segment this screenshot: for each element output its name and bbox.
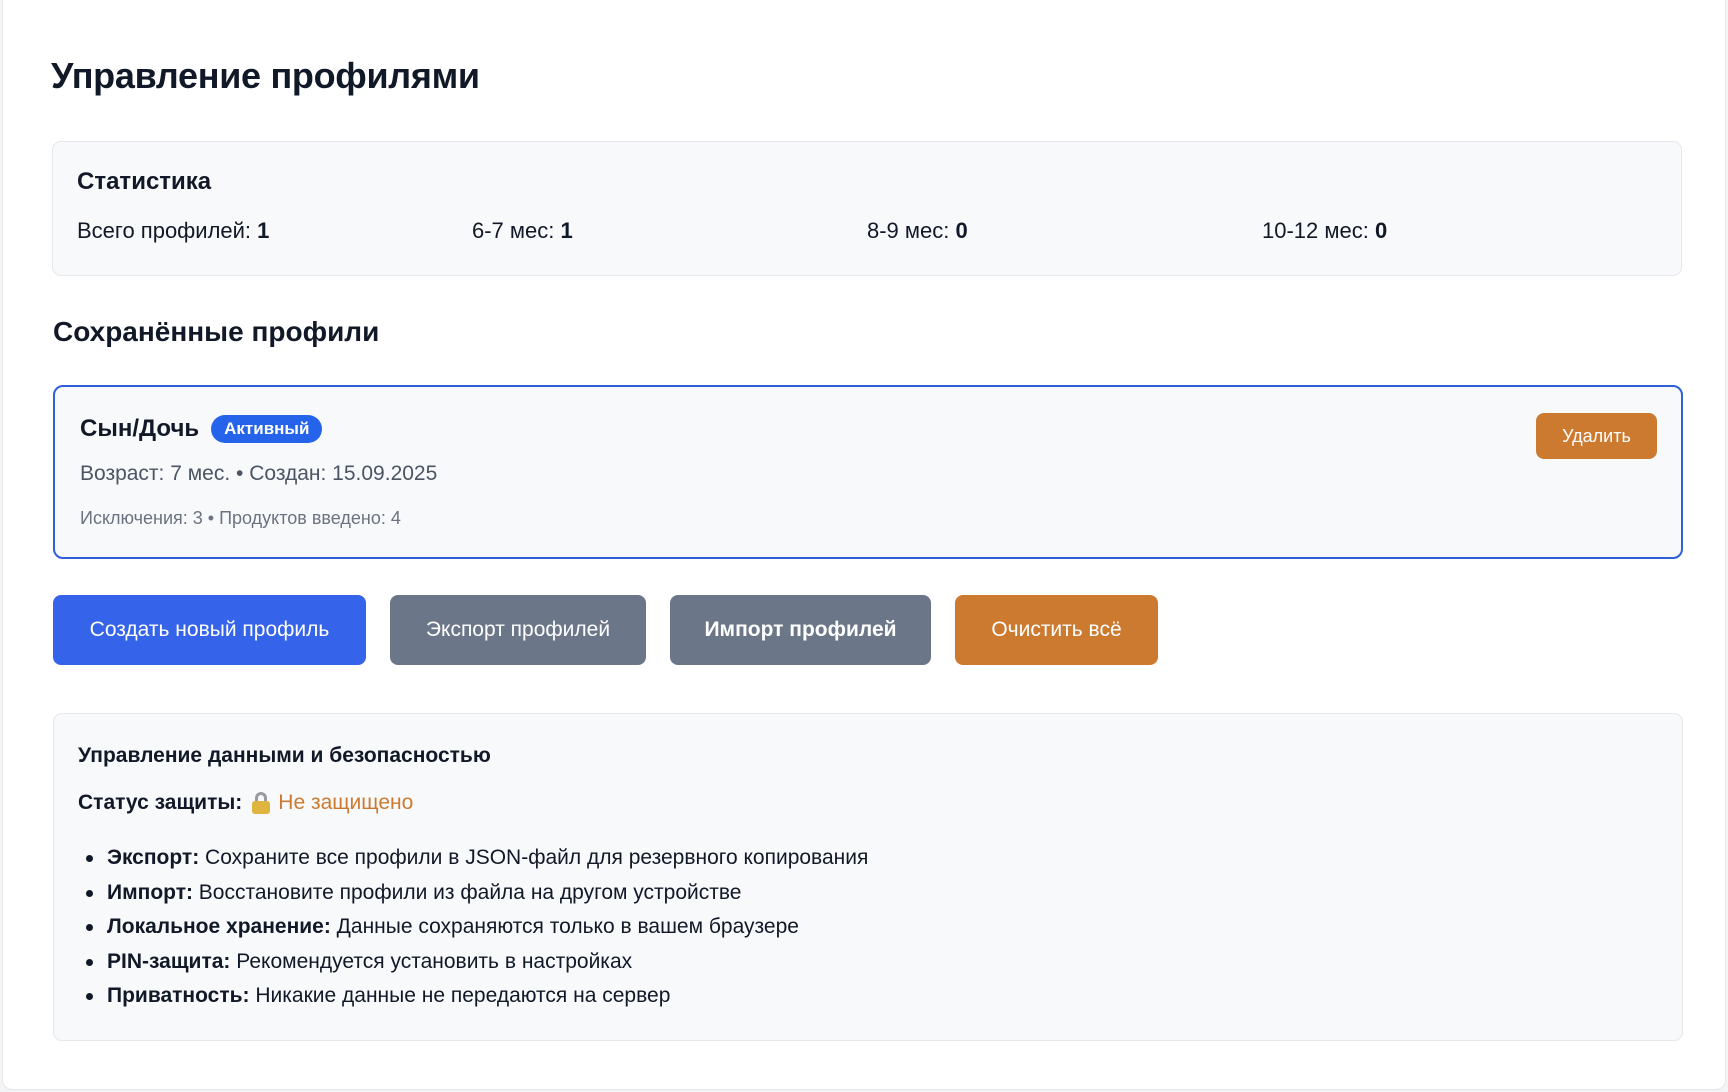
feature-text: Данные сохраняются только в вашем браузе…	[330, 915, 799, 938]
stat-8-9-months: 8-9 мес: 0	[867, 218, 1262, 244]
data-security-panel: Управление данными и безопасностью Стату…	[53, 713, 1683, 1041]
feature-text: Восстановите профили из файла на другом …	[192, 880, 742, 904]
security-title: Управление данными и безопасностью	[78, 744, 491, 767]
list-item: Импорт: Восстановите профили из файла на…	[78, 876, 1658, 911]
clear-all-button[interactable]: Очистить всё	[955, 595, 1158, 665]
profile-header: Сын/Дочь Активный	[80, 415, 323, 443]
lock-icon	[252, 792, 271, 814]
feature-text: Рекомендуется установить в настройках	[230, 949, 633, 973]
import-profiles-button[interactable]: Импорт профилей	[670, 595, 931, 665]
feature-term: Импорт:	[107, 880, 193, 904]
list-item: Экспорт: Сохраните все профили в JSON-фа…	[78, 841, 1658, 876]
profile-stats: Исключения: 3 • Продуктов введено: 4	[80, 508, 401, 528]
stat-6-7-months: 6-7 мес: 1	[472, 218, 867, 244]
profiles-page: Управление профилями Статистика Всего пр…	[2, 0, 1726, 1090]
list-item: Приватность: Никакие данные не передаютс…	[78, 979, 1658, 1014]
stat-10-12-months: 10-12 мес: 0	[1262, 218, 1657, 244]
list-item: PIN-защита: Рекомендуется установить в н…	[78, 945, 1658, 980]
statistics-row: Всего профилей: 1 6-7 мес: 1 8-9 мес: 0 …	[77, 218, 1657, 244]
status-label: Статус защиты:	[78, 791, 243, 814]
feature-term: Локальное хранение:	[107, 915, 331, 938]
stat-label: 10-12 мес:	[1262, 218, 1369, 243]
stat-value: 1	[257, 218, 270, 243]
profile-meta: Возраст: 7 мес. • Создан: 15.09.2025	[80, 462, 438, 485]
stat-total-profiles: Всего профилей: 1	[77, 218, 472, 244]
page-title: Управление профилями	[51, 55, 480, 96]
create-profile-button[interactable]: Создать новый профиль	[53, 595, 366, 665]
feature-text: Никакие данные не передаются на сервер	[249, 984, 671, 1007]
saved-profiles-title: Сохранённые профили	[53, 316, 380, 347]
profile-name: Сын/Дочь	[80, 415, 200, 442]
stat-value: 0	[1374, 218, 1388, 243]
feature-term: PIN-защита:	[107, 949, 231, 973]
list-item: Локальное хранение: Данные сохраняются т…	[78, 910, 1658, 945]
export-profiles-button[interactable]: Экспорт профилей	[390, 595, 646, 665]
status-value: Не защищено	[278, 791, 414, 814]
stat-label: 8-9 мес:	[867, 218, 950, 243]
profile-actions: Создать новый профиль Экспорт профилей И…	[53, 595, 1158, 665]
active-badge: Активный	[211, 415, 323, 443]
delete-profile-button[interactable]: Удалить	[1536, 413, 1657, 459]
statistics-title: Статистика	[77, 168, 212, 195]
security-features-list: Экспорт: Сохраните все профили в JSON-фа…	[78, 841, 1658, 1014]
stat-label: 6-7 мес:	[472, 218, 555, 243]
profile-card[interactable]: Сын/Дочь Активный Возраст: 7 мес. • Созд…	[53, 385, 1683, 559]
statistics-panel: Статистика Всего профилей: 1 6-7 мес: 1 …	[52, 141, 1682, 276]
stat-value: 1	[560, 218, 573, 243]
feature-text: Сохраните все профили в JSON-файл для ре…	[199, 846, 869, 869]
stat-value: 0	[955, 218, 968, 243]
feature-term: Экспорт:	[107, 846, 200, 869]
stat-label: Всего профилей:	[77, 218, 252, 243]
protection-status: Статус защиты: Не защищено	[78, 791, 1658, 815]
feature-term: Приватность:	[107, 984, 250, 1007]
